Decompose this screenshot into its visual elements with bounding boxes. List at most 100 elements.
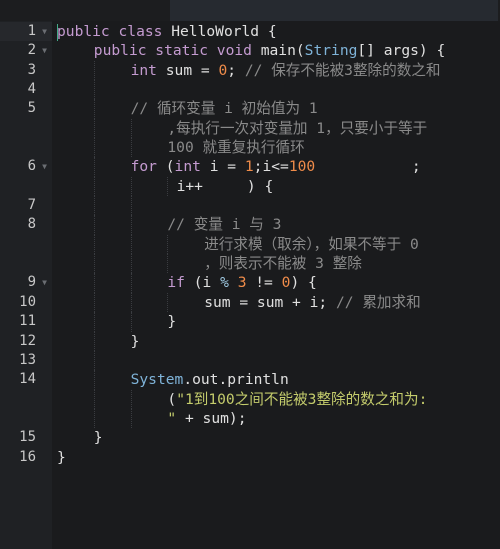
indent-guide (130, 118, 132, 139)
token-nm: 0 (218, 61, 228, 79)
indent-guide (93, 370, 95, 390)
code-editor[interactable]: 1 ▼ public class HelloWorld { 2 ▼ public stat… (0, 22, 500, 467)
token-st: " (167, 409, 177, 427)
line-number: 5 (0, 99, 52, 118)
code-line[interactable]: 14 System.out.println (0, 370, 500, 390)
code-line[interactable]: 2 ▼ public static void main(String[] args)… (0, 41, 500, 60)
token-pl: } (57, 448, 66, 466)
code-text: 100 就重复执行循环 (167, 138, 304, 157)
token-kw: public class (57, 23, 172, 40)
indent-guide (93, 292, 95, 313)
tab-bar-empty-area (170, 0, 498, 21)
code-text: // 变量 i 与 3 (167, 215, 281, 234)
text-cursor (57, 24, 58, 41)
token-kw: int (174, 158, 210, 176)
line-number-text: 2 (27, 42, 36, 59)
code-line[interactable]: 9 ▼ if (i % 3 != 0) { (0, 273, 500, 293)
line-number (0, 390, 52, 409)
code-line[interactable]: " + sum); (0, 408, 500, 429)
line-number-text: 9 (27, 274, 36, 291)
code-line[interactable]: 15} (0, 428, 500, 447)
indent-guide (130, 389, 132, 409)
code-text: int sum = 0; // 保存不能被3整除的数之和 (131, 61, 441, 80)
line-number-text: 12 (19, 332, 36, 349)
token-cm: // 变量 i 与 3 (167, 216, 282, 234)
token-pl: sum = (165, 61, 219, 79)
fold-triangle-icon[interactable]: ▼ (42, 22, 47, 41)
indent-guide (93, 176, 95, 197)
fold-triangle-icon[interactable]: ▼ (42, 273, 47, 292)
line-number: 14 (0, 370, 52, 389)
token-pl: != (246, 274, 282, 292)
indent-guide (93, 350, 95, 371)
indent-guide (167, 176, 169, 197)
token-pl: ( (167, 390, 177, 408)
line-number: 4 (0, 80, 52, 99)
code-line[interactable]: 1 ▼ public class HelloWorld { (0, 22, 500, 42)
token-pl: } (167, 313, 177, 331)
indent-guide (93, 408, 95, 429)
code-line[interactable]: 3 int sum = 0; // 保存不能被3整除的数之和 (0, 60, 500, 81)
code-line[interactable]: 12} (0, 331, 500, 351)
indent-guide (130, 196, 132, 216)
token-st: "1到100之间不能被3整除的数之和为: (176, 390, 428, 408)
token-ty: String (304, 42, 358, 60)
indent-guide (93, 60, 95, 81)
code-line[interactable]: 11} (0, 312, 500, 332)
line-number (0, 119, 52, 138)
token-nm: 1 (244, 158, 254, 176)
code-text: public class HelloWorld { (57, 22, 277, 41)
indent-guide (93, 118, 95, 139)
line-number-text: 14 (19, 371, 36, 388)
token-pl: sum = sum + i; (204, 293, 336, 311)
token-kw: if (167, 274, 194, 292)
indent-guide (130, 408, 132, 429)
code-line[interactable]: 进行求模（取余），如果不等于 0 (0, 234, 500, 255)
token-kw: public static void (93, 42, 261, 60)
line-number: 10 (0, 293, 52, 312)
code-text: } (131, 332, 140, 351)
line-number: 8 (0, 215, 52, 234)
code-line[interactable]: 16} (0, 448, 500, 467)
code-line[interactable]: 6 ▼ for (int i = 1;i<=100 ; (0, 157, 500, 177)
tab-bar (0, 0, 500, 21)
line-number-text: 8 (27, 216, 36, 233)
indent-guide (167, 292, 169, 313)
line-number (0, 409, 52, 428)
token-pl: ( (165, 158, 175, 176)
line-number (0, 235, 52, 254)
line-number (0, 177, 52, 196)
code-line[interactable]: 100 就重复执行循环 (0, 138, 500, 158)
token-pl: ; (315, 158, 421, 176)
code-text: } (167, 312, 176, 331)
code-line[interactable]: 13 (0, 350, 500, 371)
line-number: 9 ▼ (0, 273, 52, 292)
token-cm: 进行求模（取余），如果不等于 0 (204, 235, 419, 253)
line-number-text: 13 (19, 351, 36, 368)
code-text: ("1到100之间不能被3整除的数之和为: (167, 390, 427, 409)
token-pl: i++ ) { (176, 177, 274, 195)
indent-guide (130, 215, 132, 235)
code-text: } (94, 428, 103, 447)
line-number-text: 6 (27, 158, 36, 175)
token-cm: ，则表示不能被 3 整除 (204, 255, 362, 273)
fold-triangle-icon[interactable]: ▼ (42, 41, 47, 60)
code-line[interactable]: 10 sum = sum + i; // 累加求和 (0, 292, 500, 313)
code-line[interactable]: ("1到100之间不能被3整除的数之和为: (0, 389, 500, 409)
code-text: i++ ) { (177, 177, 274, 196)
code-line[interactable]: 5 // 循环变量 i 初始值为 1 (0, 99, 500, 119)
fold-triangle-icon[interactable]: ▼ (42, 157, 47, 176)
code-line[interactable]: 4 (0, 80, 500, 100)
line-number: 11 (0, 312, 52, 331)
code-line[interactable]: 7 (0, 196, 500, 216)
code-text: for (int i = 1;i<=100 ; (131, 157, 421, 176)
indent-guide (93, 196, 95, 216)
indent-guide (93, 331, 95, 351)
code-line[interactable]: ,每执行一次对变量加 1，只要小于等于 (0, 118, 500, 139)
indent-guide (93, 138, 95, 158)
line-number-text: 11 (19, 313, 36, 330)
code-line[interactable]: i++ ) { (0, 176, 500, 197)
code-line[interactable]: 8 // 变量 i 与 3 (0, 215, 500, 235)
indent-guide (130, 254, 132, 274)
code-line[interactable]: ，则表示不能被 3 整除 (0, 254, 500, 274)
